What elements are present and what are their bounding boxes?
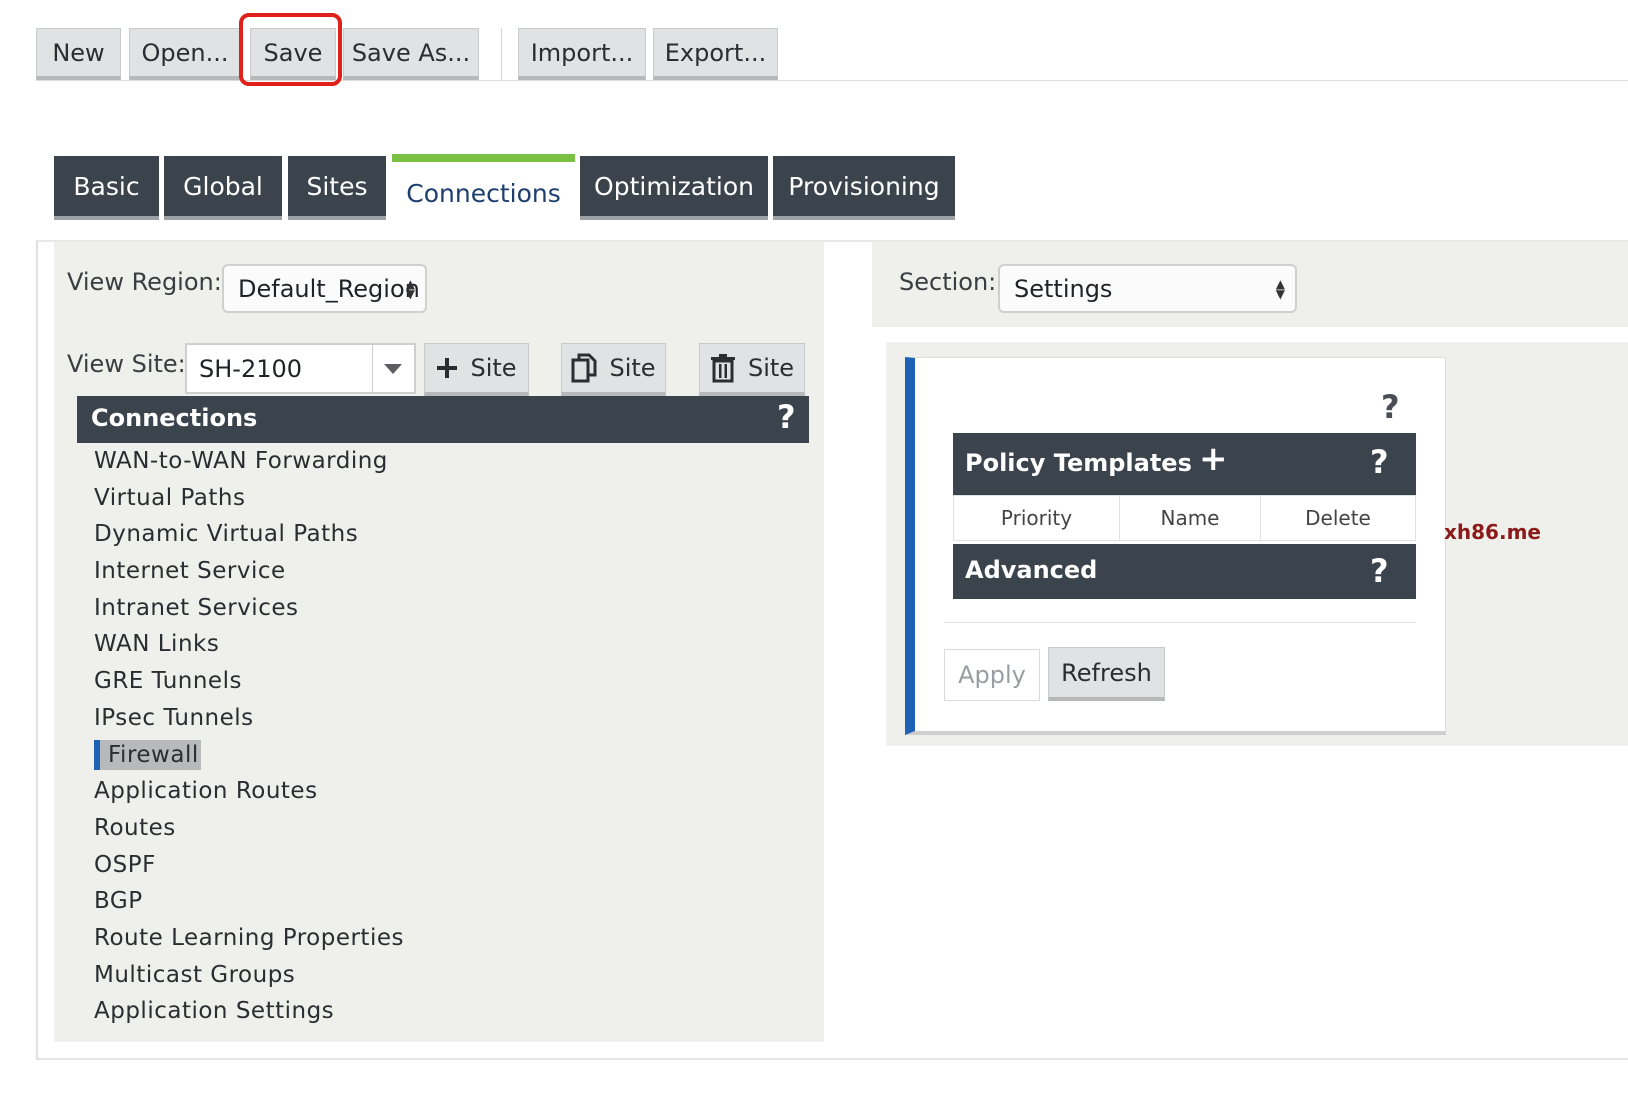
save-highlight-annotation	[239, 13, 342, 86]
open-button[interactable]: Open...	[129, 28, 241, 80]
column-delete[interactable]: Delete	[1261, 496, 1415, 540]
chevron-down-icon[interactable]	[384, 364, 402, 374]
apply-button[interactable]: Apply	[944, 649, 1040, 701]
nav-item-route-learning-properties[interactable]: Route Learning Properties	[94, 920, 404, 957]
tab-connections[interactable]: Connections	[392, 154, 575, 224]
updown-arrows-icon: ▲ ▼	[405, 276, 415, 301]
save-as-button[interactable]: Save As...	[343, 28, 479, 80]
nav-item-dynamic-virtual-paths[interactable]: Dynamic Virtual Paths	[94, 516, 404, 553]
connections-nav-list: WAN-to-WAN Forwarding Virtual Paths Dyna…	[94, 443, 404, 1030]
advanced-help-icon[interactable]: ?	[1370, 552, 1389, 590]
nav-item-ipsec-tunnels[interactable]: IPsec Tunnels	[94, 700, 404, 737]
nav-item-application-routes[interactable]: Application Routes	[94, 773, 404, 810]
view-site-label: View Site:	[67, 350, 186, 378]
watermark: xh86.me	[1444, 520, 1541, 544]
connections-title: Connections	[91, 404, 258, 432]
new-button[interactable]: New	[36, 28, 121, 80]
add-site-label: Site	[470, 354, 517, 382]
nav-item-firewall[interactable]: Firewall	[94, 737, 404, 774]
delete-site-label: Site	[747, 354, 795, 382]
tab-sites[interactable]: Sites	[288, 156, 386, 220]
policy-templates-columns: Priority Name Delete	[953, 495, 1416, 541]
nav-item-wan-links[interactable]: WAN Links	[94, 626, 404, 663]
view-region-select[interactable]: Default_Region ▲ ▼	[222, 264, 427, 313]
card-divider	[944, 622, 1416, 623]
nav-item-virtual-paths[interactable]: Virtual Paths	[94, 480, 404, 517]
nav-item-routes[interactable]: Routes	[94, 810, 404, 847]
add-site-button[interactable]: Site	[424, 343, 529, 396]
refresh-button[interactable]: Refresh	[1048, 647, 1165, 701]
export-button[interactable]: Export...	[653, 28, 778, 80]
nav-item-internet-service[interactable]: Internet Service	[94, 553, 404, 590]
copy-site-label: Site	[609, 354, 656, 382]
section-label: Section:	[899, 268, 997, 296]
toolbar-separator	[501, 28, 502, 80]
delete-site-button[interactable]: Site	[699, 343, 805, 396]
copy-icon	[571, 353, 597, 383]
policy-templates-header: Policy Templates + ?	[953, 433, 1416, 495]
nav-item-intranet-services[interactable]: Intranet Services	[94, 590, 404, 627]
advanced-title: Advanced	[965, 556, 1098, 584]
plus-icon	[437, 358, 458, 378]
tab-global[interactable]: Global	[164, 156, 282, 220]
tab-optimization[interactable]: Optimization	[580, 156, 768, 220]
view-region-value: Default_Region	[238, 274, 420, 303]
view-site-combobox[interactable]: SH-2100	[185, 343, 416, 394]
card-help-icon[interactable]: ?	[1381, 388, 1400, 426]
add-policy-template-icon[interactable]: +	[1199, 439, 1228, 479]
help-icon[interactable]: ?	[777, 398, 796, 436]
view-region-label: View Region:	[67, 268, 222, 296]
column-priority[interactable]: Priority	[954, 496, 1120, 540]
nav-item-multicast-groups[interactable]: Multicast Groups	[94, 957, 404, 994]
connections-header: Connections ?	[77, 396, 809, 443]
import-button[interactable]: Import...	[518, 28, 646, 80]
combo-divider	[372, 345, 373, 392]
nav-item-firewall-label: Firewall	[94, 739, 201, 770]
policy-templates-title: Policy Templates	[965, 449, 1192, 477]
updown-arrows-icon: ▲ ▼	[1275, 276, 1285, 301]
nav-item-bgp[interactable]: BGP	[94, 883, 404, 920]
section-value: Settings	[1014, 274, 1113, 303]
nav-item-wan-to-wan-forwarding[interactable]: WAN-to-WAN Forwarding	[94, 443, 404, 480]
nav-item-application-settings[interactable]: Application Settings	[94, 993, 404, 1030]
advanced-header[interactable]: Advanced ?	[953, 544, 1416, 599]
column-name[interactable]: Name	[1120, 496, 1261, 540]
nav-item-gre-tunnels[interactable]: GRE Tunnels	[94, 663, 404, 700]
nav-item-ospf[interactable]: OSPF	[94, 847, 404, 884]
tab-basic[interactable]: Basic	[54, 156, 159, 220]
policy-templates-help-icon[interactable]: ?	[1370, 443, 1389, 481]
trash-icon	[710, 354, 735, 383]
view-site-value: SH-2100	[199, 355, 303, 383]
tab-provisioning[interactable]: Provisioning	[773, 156, 955, 220]
section-select[interactable]: Settings ▲ ▼	[998, 264, 1297, 313]
copy-site-button[interactable]: Site	[561, 343, 666, 396]
